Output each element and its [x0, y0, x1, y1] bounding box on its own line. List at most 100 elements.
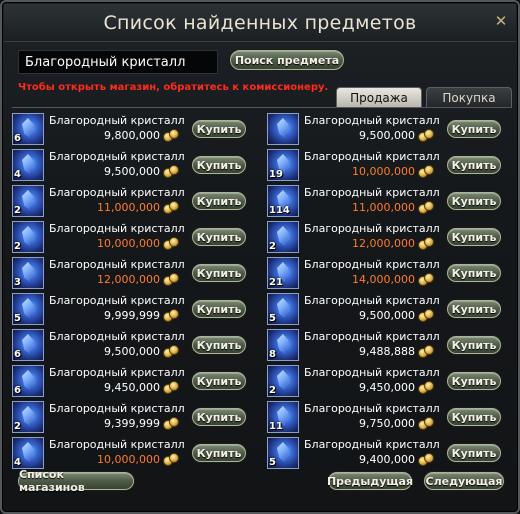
item-price: 14,000,000 — [352, 273, 415, 286]
crystal-icon[interactable]: 2 — [267, 365, 299, 397]
crystal-icon[interactable]: 11 — [267, 401, 299, 433]
close-icon[interactable]: ✕ — [492, 12, 510, 30]
list-item: 2 Благородный кристалл 9,450,000 Купить — [267, 364, 507, 398]
list-item: 19 Благородный кристалл 10,000,000 Купить — [267, 148, 507, 182]
crystal-icon[interactable]: 5 — [12, 293, 44, 325]
item-price: 10,000,000 — [97, 237, 160, 250]
item-name: Благородный кристалл — [49, 150, 185, 163]
item-quantity: 2 — [14, 241, 21, 252]
item-price: 9,450,000 — [104, 381, 160, 394]
crystal-icon[interactable]: 2 — [12, 185, 44, 217]
crystal-icon[interactable]: 2 — [267, 221, 299, 253]
coins-icon — [163, 417, 181, 431]
coins-icon — [418, 201, 436, 215]
item-price: 10,000,000 — [97, 453, 160, 466]
crystal-icon[interactable]: 114 — [267, 185, 299, 217]
item-quantity: 2 — [14, 421, 21, 432]
crystal-icon[interactable]: 2 — [12, 401, 44, 433]
buy-button[interactable]: Купить — [447, 408, 501, 426]
item-quantity: 6 — [14, 349, 21, 360]
item-name: Благородный кристалл — [304, 258, 440, 271]
coins-icon — [163, 237, 181, 251]
item-name: Благородный кристалл — [49, 366, 185, 379]
buy-button[interactable]: Купить — [192, 444, 246, 462]
coins-icon — [163, 129, 181, 143]
coins-icon — [163, 381, 181, 395]
coins-icon — [163, 165, 181, 179]
item-name: Благородный кристалл — [49, 294, 185, 307]
crystal-icon[interactable]: 5 — [267, 293, 299, 325]
item-name: Благородный кристалл — [304, 438, 440, 451]
crystal-icon[interactable] — [267, 113, 299, 145]
crystal-icon[interactable]: 21 — [267, 257, 299, 289]
window-title: Список найденных предметов — [103, 12, 417, 34]
crystal-icon[interactable]: 19 — [267, 149, 299, 181]
item-price: 12,000,000 — [352, 237, 415, 250]
shop-list-button[interactable]: Список магазинов — [18, 468, 134, 494]
item-quantity: 5 — [14, 313, 21, 324]
item-name: Благородный кристалл — [49, 330, 185, 343]
tab-buy[interactable]: Покупка — [426, 87, 512, 107]
coins-icon — [418, 381, 436, 395]
coins-icon — [418, 165, 436, 179]
crystal-icon[interactable]: 6 — [12, 113, 44, 145]
search-input[interactable]: Благородный кристалл — [18, 50, 218, 74]
coins-icon — [418, 129, 436, 143]
coins-icon — [418, 453, 436, 467]
buy-button[interactable]: Купить — [192, 408, 246, 426]
buy-button[interactable]: Купить — [447, 372, 501, 390]
buy-button[interactable]: Купить — [447, 444, 501, 462]
list-item: 6 Благородный кристалл 9,800,000 Купить — [12, 112, 252, 146]
crystal-icon[interactable]: 6 — [12, 329, 44, 361]
next-page-button[interactable]: Следующая — [424, 472, 504, 490]
item-price: 12,000,000 — [97, 273, 160, 286]
buy-button[interactable]: Купить — [447, 300, 501, 318]
coins-icon — [418, 273, 436, 287]
buy-button[interactable]: Купить — [447, 264, 501, 282]
item-name: Благородный кристалл — [304, 294, 440, 307]
buy-button[interactable]: Купить — [447, 192, 501, 210]
buy-button[interactable]: Купить — [192, 372, 246, 390]
crystal-icon[interactable]: 4 — [12, 437, 44, 469]
item-price: 11,000,000 — [97, 201, 160, 214]
buy-button[interactable]: Купить — [192, 264, 246, 282]
search-item-button[interactable]: Поиск предмета — [230, 50, 344, 70]
buy-button[interactable]: Купить — [192, 300, 246, 318]
crystal-icon[interactable]: 3 — [12, 257, 44, 289]
item-name: Благородный кристалл — [49, 402, 185, 415]
buy-button[interactable]: Купить — [192, 228, 246, 246]
item-name: Благородный кристалл — [49, 186, 185, 199]
title-bar[interactable]: Список найденных предметов ✕ — [4, 4, 516, 42]
buy-button[interactable]: Купить — [447, 156, 501, 174]
buy-button[interactable]: Купить — [192, 336, 246, 354]
coins-icon — [418, 417, 436, 431]
coins-icon — [163, 345, 181, 359]
item-quantity: 5 — [269, 457, 276, 468]
item-name: Благородный кристалл — [304, 330, 440, 343]
crystal-icon[interactable]: 4 — [12, 149, 44, 181]
buy-button[interactable]: Купить — [192, 156, 246, 174]
crystal-icon[interactable]: 8 — [267, 329, 299, 361]
coins-icon — [163, 453, 181, 467]
list-item: 2 Благородный кристалл 10,000,000 Купить — [12, 220, 252, 254]
buy-button[interactable]: Купить — [192, 120, 246, 138]
crystal-icon[interactable]: 5 — [267, 437, 299, 469]
list-item: 4 Благородный кристалл 9,500,000 Купить — [12, 148, 252, 182]
item-quantity: 21 — [269, 277, 283, 288]
buy-button[interactable]: Купить — [447, 336, 501, 354]
item-quantity: 4 — [14, 457, 21, 468]
list-item: 2 Благородный кристалл 12,000,000 Купить — [267, 220, 507, 254]
crystal-icon[interactable]: 2 — [12, 221, 44, 253]
buy-button[interactable]: Купить — [447, 228, 501, 246]
item-name: Благородный кристалл — [49, 114, 185, 127]
tab-sale[interactable]: Продажа — [336, 87, 422, 107]
buy-button[interactable]: Купить — [192, 192, 246, 210]
item-price: 10,000,000 — [352, 165, 415, 178]
previous-page-button[interactable]: Предыдущая — [327, 472, 413, 490]
list-item: 3 Благородный кристалл 12,000,000 Купить — [12, 256, 252, 290]
list-item: 114 Благородный кристалл 11,000,000 Купить — [267, 184, 507, 218]
buy-button[interactable]: Купить — [447, 120, 501, 138]
crystal-icon[interactable]: 6 — [12, 365, 44, 397]
item-name: Благородный кристалл — [304, 114, 440, 127]
item-quantity: 4 — [14, 169, 21, 180]
